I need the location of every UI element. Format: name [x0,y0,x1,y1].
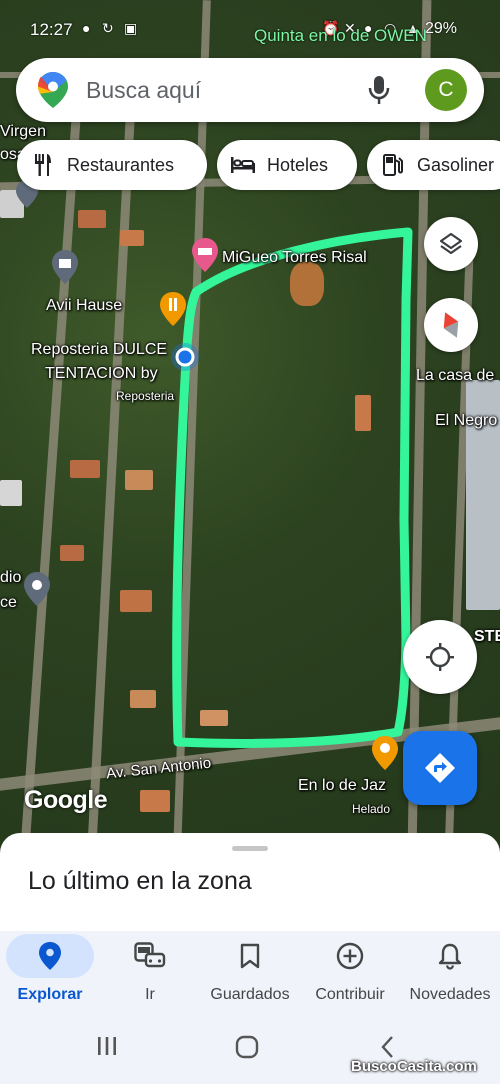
back-icon[interactable] [380,1035,396,1059]
chip-label: Gasoliner [417,154,495,175]
map-label-virgen[interactable]: Virgen [0,123,46,141]
notification-icon: ● [82,20,91,36]
directions-button[interactable] [403,731,477,805]
search-input[interactable]: Busca aquí [86,77,201,104]
chip-restaurantes[interactable]: Restaurantes [17,140,207,190]
app-notification-icon: ▣ [124,20,138,36]
google-attribution: Google [24,786,108,814]
map-label-migueo[interactable]: MiGueo Torres Risal [222,249,367,267]
nav-guardados[interactable]: Guardados [206,931,294,1013]
map-label-ste[interactable]: STE [474,628,500,646]
map-label-negro[interactable]: El Negro [435,412,497,430]
map-label-reposteria-category: Reposteria [116,389,175,403]
my-location-button[interactable] [403,620,477,694]
highlighted-lot-outline [172,227,413,748]
hotel-pin-icon[interactable] [192,238,218,272]
sync-icon: ↻ [102,20,114,36]
nav-label: Guardados [210,986,290,1003]
compass-icon [443,312,459,338]
home-icon[interactable] [235,1035,259,1059]
network-name-overlay: Quinta en lo de OWEN [254,26,427,45]
bell-icon [438,943,462,970]
ice-cream-pin-icon[interactable] [372,736,398,770]
map-label-avii[interactable]: Avii Hause [46,297,122,315]
location-pin-icon [39,942,61,970]
map-label-helado: Helado [352,802,391,816]
my-location-icon [426,643,454,671]
add-circle-icon [336,942,364,970]
directions-icon [425,753,455,783]
account-avatar[interactable]: C [425,69,467,111]
bookmark-icon [240,943,260,969]
map-label-tentacion[interactable]: TENTACION by [45,365,158,383]
battery-level: 29% [425,20,458,37]
restaurant-pin-icon[interactable] [160,292,186,326]
bed-icon [231,153,255,177]
fork-knife-icon [31,153,55,177]
map-label-ce[interactable]: ce [0,594,17,612]
map-label-dio[interactable]: dio [0,569,21,587]
layers-button[interactable] [424,217,478,271]
nav-ir[interactable]: Ir [106,931,194,1013]
map-label-jaz[interactable]: En lo de Jaz [298,777,386,795]
nav-contribuir[interactable]: Contribuir [306,931,394,1013]
chip-label: Hoteles [267,154,329,175]
chip-gasolineras[interactable]: Gasoliner [367,140,500,190]
place-pin-icon[interactable] [24,572,50,606]
chip-hoteles[interactable]: Hoteles [217,140,357,190]
recent-apps-icon[interactable] [96,1035,118,1057]
status-time: 12:27 [30,20,73,39]
nav-label: Contribuir [315,986,385,1003]
sheet-title: Lo último en la zona [28,867,252,895]
nav-label: Novedades [409,986,491,1003]
nav-label: Explorar [17,986,83,1003]
landmark-pin-icon[interactable] [52,250,78,284]
site-watermark: BuscoCasita.com [351,1058,477,1075]
map-label-casa[interactable]: La casa de [416,367,494,385]
nav-label: Ir [145,986,155,1003]
nav-explorar[interactable]: Explorar [6,931,94,1013]
current-location-dot-icon[interactable] [170,342,200,372]
nav-novedades[interactable]: Novedades [406,931,494,1013]
gas-station-icon [381,153,405,177]
bottom-sheet[interactable]: Lo último en la zona [0,833,500,933]
layers-icon [439,232,463,255]
status-bar: 12:27 ● ↻ ▣ ⏰ ✕ ● ◠ ▲ 29% Quinta en lo d… [0,0,500,52]
chip-label: Restaurantes [67,154,175,175]
google-maps-logo-icon [38,72,68,108]
commute-icon [134,942,166,968]
bottom-navigation: Explorar Ir Guardados Contribuir Novedad… [0,931,500,1013]
microphone-icon[interactable] [366,74,392,106]
sheet-drag-handle[interactable] [232,846,268,851]
map-view[interactable]: Virgen osa MiGueo Torres Risal Avii Haus… [0,0,500,850]
map-label-reposteria[interactable]: Reposteria DULCE [31,341,167,359]
search-bar[interactable]: Busca aquí C [16,58,484,122]
compass-button[interactable] [424,298,478,352]
